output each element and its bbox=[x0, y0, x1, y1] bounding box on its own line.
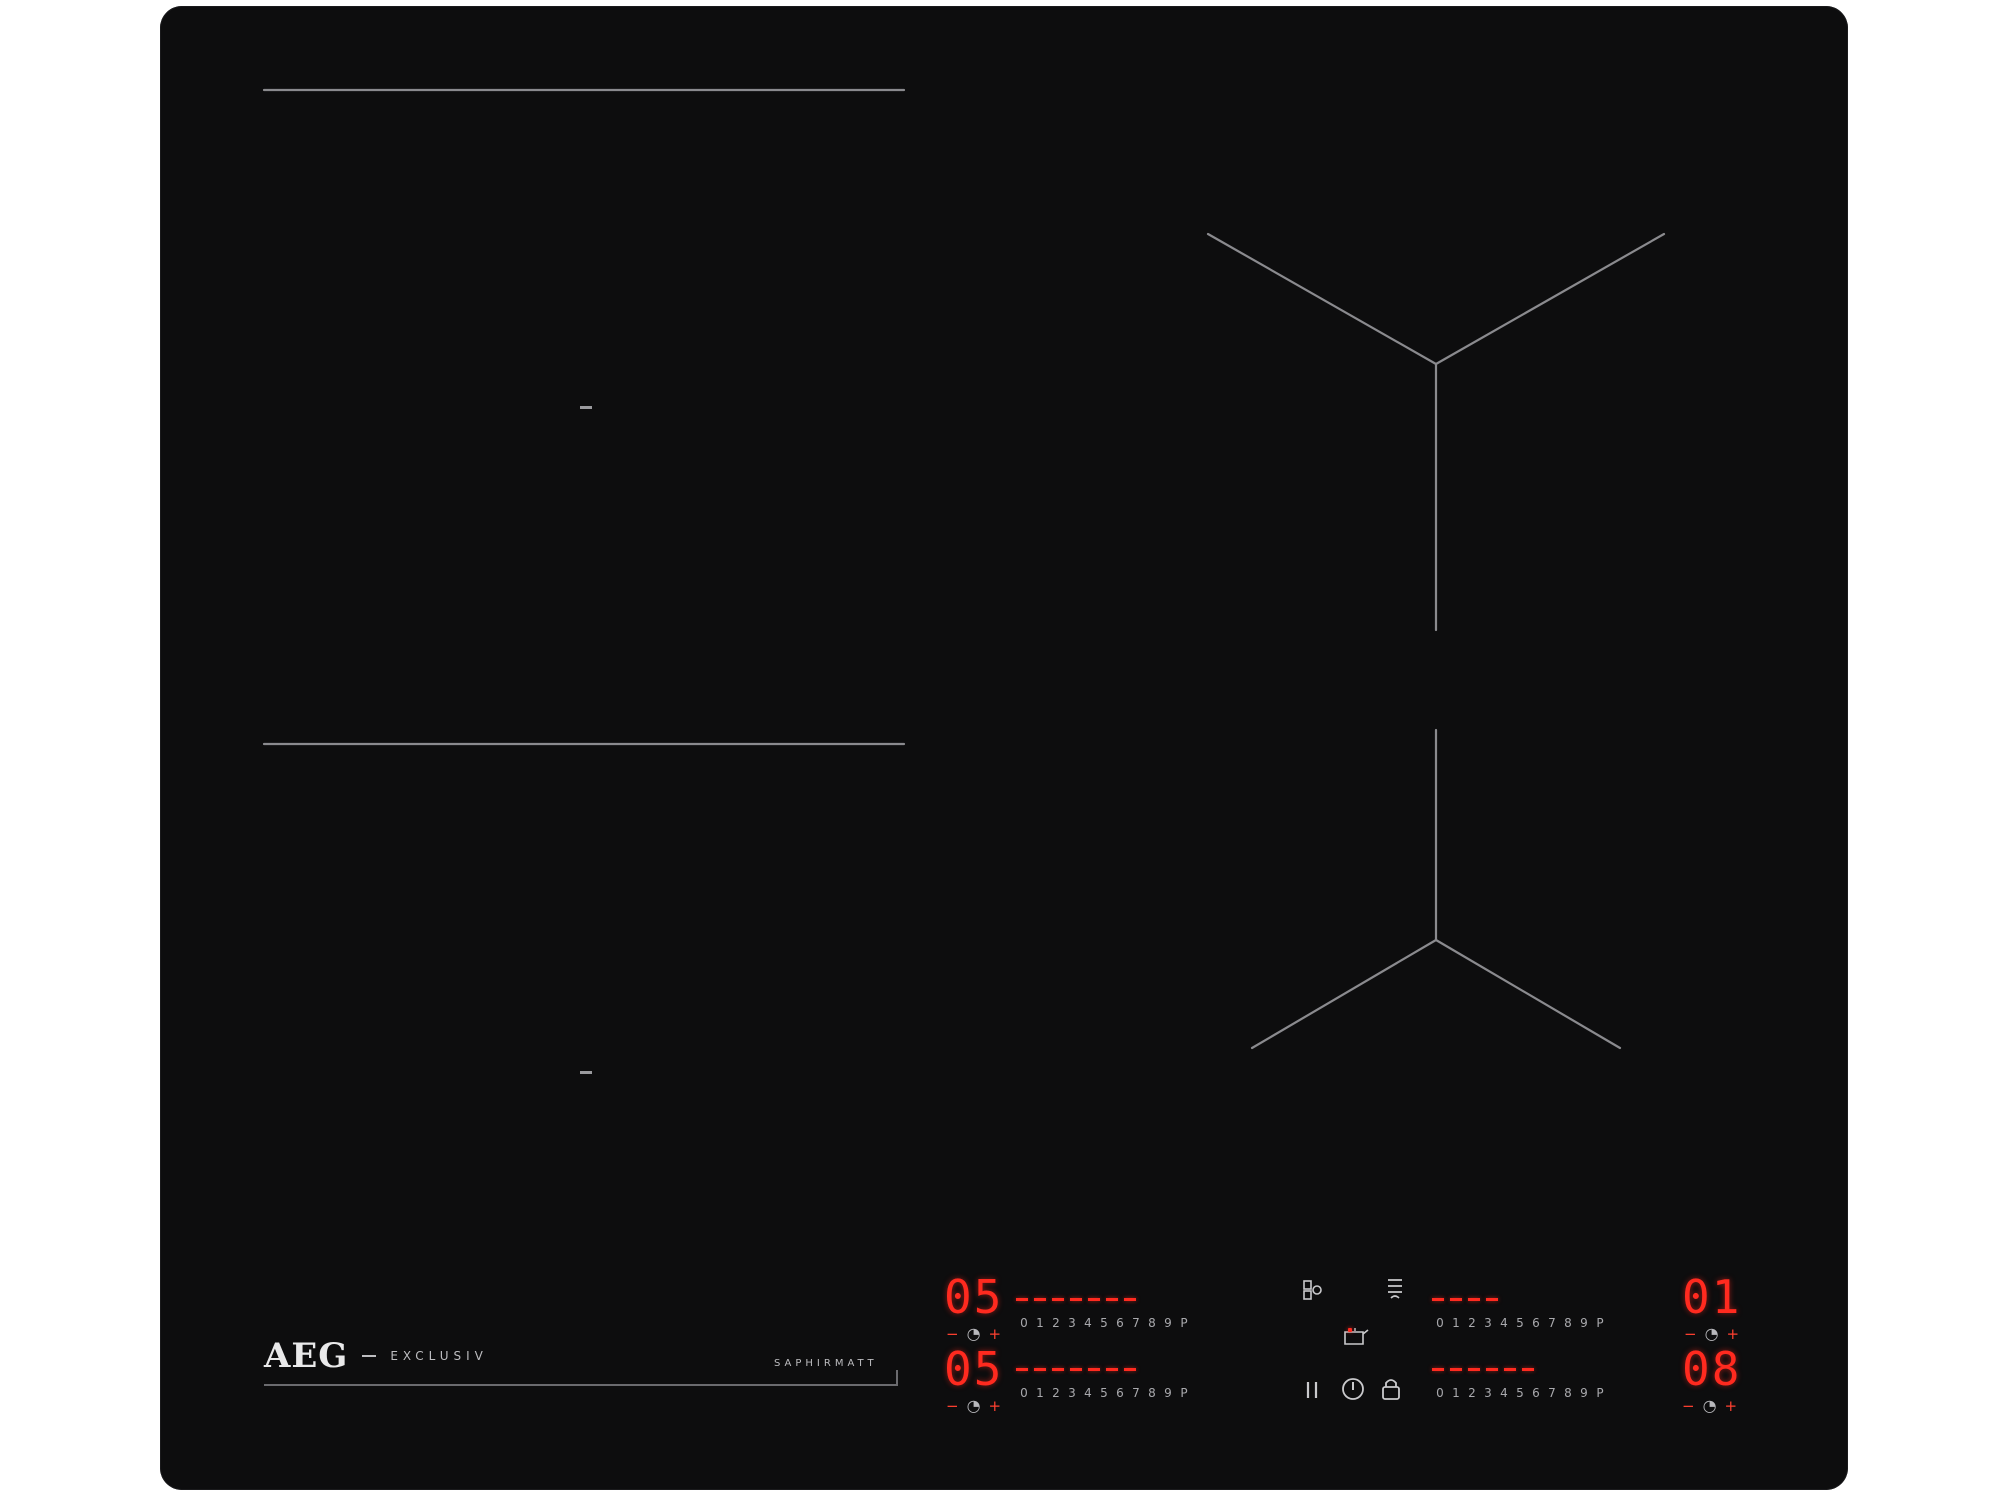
power-level-display: 01 bbox=[1682, 1270, 1742, 1324]
level-2[interactable]: 2 bbox=[1048, 1386, 1064, 1400]
level-9[interactable]: 9 bbox=[1576, 1386, 1592, 1400]
power-slider[interactable]: 0 1 2 3 4 5 6 7 8 9 P bbox=[1432, 1386, 1608, 1400]
level-0[interactable]: 0 bbox=[1432, 1316, 1448, 1330]
control-top-right-zone: 0 1 2 3 4 5 6 7 8 9 P 01 − ◔ + bbox=[1432, 1268, 1772, 1348]
level-8[interactable]: 8 bbox=[1560, 1386, 1576, 1400]
timer-plus-button[interactable]: + bbox=[1725, 1397, 1738, 1415]
level-8[interactable]: 8 bbox=[1560, 1316, 1576, 1330]
power-slider[interactable]: 0 1 2 3 4 5 6 7 8 9 P bbox=[1016, 1386, 1192, 1400]
induction-hob-panel: AEG EXCLUSIV SAPHIRMATT 05 0 1 2 3 4 5 6… bbox=[160, 6, 1848, 1490]
timer-controls: − ◔ + bbox=[946, 1396, 1001, 1415]
level-5[interactable]: 5 bbox=[1096, 1316, 1112, 1330]
finish-label: SAPHIRMATT bbox=[774, 1358, 878, 1369]
timer-minus-button[interactable]: − bbox=[946, 1397, 959, 1415]
level-5[interactable]: 5 bbox=[1512, 1316, 1528, 1330]
timer-icon[interactable]: ◔ bbox=[1703, 1396, 1717, 1415]
power-level-bars bbox=[1432, 1298, 1498, 1301]
level-6[interactable]: 6 bbox=[1112, 1316, 1128, 1330]
right-bottom-zone-left-arm bbox=[1250, 938, 1438, 1050]
level-2[interactable]: 2 bbox=[1464, 1316, 1480, 1330]
level-1[interactable]: 1 bbox=[1032, 1386, 1048, 1400]
level-7[interactable]: 7 bbox=[1544, 1316, 1560, 1330]
level-7[interactable]: 7 bbox=[1544, 1386, 1560, 1400]
level-2[interactable]: 2 bbox=[1048, 1316, 1064, 1330]
level-3[interactable]: 3 bbox=[1480, 1386, 1496, 1400]
level-7[interactable]: 7 bbox=[1128, 1316, 1144, 1330]
level-1[interactable]: 1 bbox=[1448, 1386, 1464, 1400]
brand-underline bbox=[264, 1384, 898, 1386]
level-6[interactable]: 6 bbox=[1112, 1386, 1128, 1400]
level-0[interactable]: 0 bbox=[1432, 1386, 1448, 1400]
control-bottom-left-zone: 05 0 1 2 3 4 5 6 7 8 9 P − ◔ + bbox=[944, 1340, 1284, 1420]
right-bottom-zone-right-arm bbox=[1434, 938, 1622, 1050]
level-6[interactable]: 6 bbox=[1528, 1386, 1544, 1400]
power-level-bars bbox=[1432, 1368, 1534, 1371]
control-top-left-zone: 05 0 1 2 3 4 5 6 7 8 9 P − ◔ + bbox=[944, 1268, 1284, 1348]
brand-dash bbox=[362, 1355, 377, 1357]
level-p[interactable]: P bbox=[1176, 1316, 1192, 1330]
series-label: EXCLUSIV bbox=[390, 1349, 488, 1363]
timer-controls: − ◔ + bbox=[1682, 1396, 1737, 1415]
right-top-zone-right-arm bbox=[1434, 232, 1666, 366]
level-5[interactable]: 5 bbox=[1512, 1386, 1528, 1400]
level-4[interactable]: 4 bbox=[1496, 1316, 1512, 1330]
level-4[interactable]: 4 bbox=[1080, 1316, 1096, 1330]
power-level-display: 08 bbox=[1682, 1342, 1742, 1396]
level-3[interactable]: 3 bbox=[1064, 1316, 1080, 1330]
power-level-display: 05 bbox=[944, 1270, 1004, 1324]
level-6[interactable]: 6 bbox=[1528, 1316, 1544, 1330]
lock-icon[interactable] bbox=[1380, 1376, 1402, 1402]
timer-minus-button[interactable]: − bbox=[1682, 1397, 1695, 1415]
level-9[interactable]: 9 bbox=[1576, 1316, 1592, 1330]
level-3[interactable]: 3 bbox=[1480, 1316, 1496, 1330]
level-0[interactable]: 0 bbox=[1016, 1386, 1032, 1400]
brand-block: AEG EXCLUSIV bbox=[264, 1336, 488, 1376]
power-slider[interactable]: 0 1 2 3 4 5 6 7 8 9 P bbox=[1432, 1316, 1608, 1330]
level-1[interactable]: 1 bbox=[1032, 1316, 1048, 1330]
power-level-bars bbox=[1016, 1298, 1136, 1301]
level-p[interactable]: P bbox=[1592, 1316, 1608, 1330]
level-3[interactable]: 3 bbox=[1064, 1386, 1080, 1400]
power-icon[interactable] bbox=[1340, 1376, 1366, 1402]
power-slider[interactable]: 0 1 2 3 4 5 6 7 8 9 P bbox=[1016, 1316, 1192, 1330]
brand-underline-tick bbox=[896, 1370, 898, 1386]
level-p[interactable]: P bbox=[1176, 1386, 1192, 1400]
power-level-bars bbox=[1016, 1368, 1136, 1371]
keep-warm-icon[interactable] bbox=[1342, 1326, 1370, 1348]
power-level-display: 05 bbox=[944, 1342, 1004, 1396]
level-9[interactable]: 9 bbox=[1160, 1386, 1176, 1400]
level-7[interactable]: 7 bbox=[1128, 1386, 1144, 1400]
level-4[interactable]: 4 bbox=[1496, 1386, 1512, 1400]
level-8[interactable]: 8 bbox=[1144, 1386, 1160, 1400]
control-bottom-right-zone: 0 1 2 3 4 5 6 7 8 9 P 08 − ◔ + bbox=[1432, 1340, 1772, 1420]
pause-icon[interactable] bbox=[1302, 1378, 1322, 1402]
level-1[interactable]: 1 bbox=[1448, 1316, 1464, 1330]
level-2[interactable]: 2 bbox=[1464, 1386, 1480, 1400]
level-0[interactable]: 0 bbox=[1016, 1316, 1032, 1330]
left-top-zone-center-mark bbox=[580, 406, 592, 409]
level-4[interactable]: 4 bbox=[1080, 1386, 1096, 1400]
timer-plus-button[interactable]: + bbox=[989, 1397, 1002, 1415]
level-8[interactable]: 8 bbox=[1144, 1316, 1160, 1330]
level-9[interactable]: 9 bbox=[1160, 1316, 1176, 1330]
hob2hood-icon[interactable] bbox=[1384, 1276, 1406, 1302]
brand-logo: AEG bbox=[264, 1336, 349, 1376]
level-5[interactable]: 5 bbox=[1096, 1386, 1112, 1400]
left-bottom-zone-center-mark bbox=[580, 1071, 592, 1074]
keep-warm-indicator bbox=[1348, 1328, 1352, 1332]
right-top-zone-left-arm bbox=[1206, 232, 1438, 366]
timer-icon[interactable]: ◔ bbox=[967, 1396, 981, 1415]
bridge-icon[interactable] bbox=[1302, 1278, 1324, 1302]
level-p[interactable]: P bbox=[1592, 1386, 1608, 1400]
